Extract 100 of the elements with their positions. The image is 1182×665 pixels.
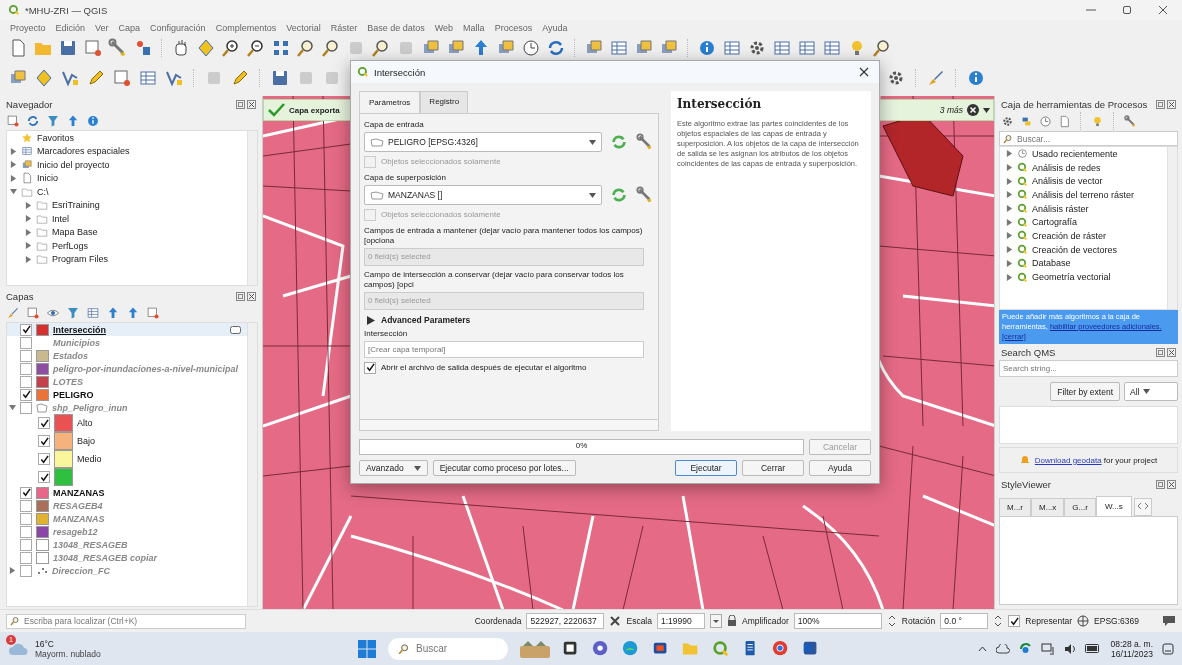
input-field[interactable]: 100% — [793, 613, 882, 629]
chevron-icon[interactable] — [978, 645, 988, 652]
tree-arrow-icon[interactable] — [25, 255, 32, 263]
search-field[interactable]: Buscar — [388, 637, 508, 660]
section-toggle[interactable]: Advanced Parameters — [381, 315, 471, 325]
indicator-icon[interactable] — [230, 325, 241, 334]
layer-dropdown[interactable]: PELIGRO [EPSG:4326] — [364, 132, 602, 152]
add-layer-icon[interactable] — [146, 306, 160, 320]
message-icon[interactable] — [1162, 615, 1176, 627]
save-icon[interactable] — [270, 68, 290, 88]
layer-name[interactable]: Alto — [77, 418, 93, 428]
tree-arrow-icon[interactable] — [1006, 177, 1013, 185]
bulb-icon[interactable] — [1091, 114, 1104, 128]
layer-name[interactable]: Direccion_FC — [52, 565, 111, 576]
sync-icon[interactable] — [1019, 642, 1033, 655]
menu-item[interactable]: Web — [434, 22, 454, 33]
layer-name[interactable]: Medio — [77, 454, 102, 464]
close-icon[interactable] — [859, 67, 869, 77]
iterate-icon[interactable] — [610, 186, 628, 204]
input-field[interactable]: 522927, 2220637 — [526, 613, 605, 629]
filter-button[interactable]: Filter by extent — [1050, 382, 1120, 401]
tree-item[interactable]: Usado recientemente — [1032, 148, 1118, 159]
battery-icon[interactable] — [1085, 644, 1102, 653]
filter-icon[interactable] — [66, 306, 80, 320]
pencil-icon[interactable] — [86, 68, 106, 88]
layer-name[interactable]: 13048_RESAGEB — [53, 539, 128, 550]
checkbox[interactable] — [20, 323, 32, 336]
tab[interactable]: Parámetros — [359, 91, 421, 113]
info-icon[interactable] — [86, 114, 100, 128]
tree-arrow-icon[interactable] — [1006, 232, 1013, 240]
q-logo-icon[interactable] — [712, 639, 730, 658]
expand-arrow-icon[interactable] — [367, 315, 375, 325]
float-icon[interactable] — [1156, 99, 1165, 109]
dropdown[interactable]: All — [1124, 382, 1178, 401]
dialog-button[interactable]: Ayuda — [809, 460, 871, 476]
checkbox[interactable] — [20, 499, 32, 512]
menu-item[interactable]: Configuración — [150, 22, 206, 33]
checkbox[interactable] — [1008, 615, 1021, 627]
tree-arrow-icon[interactable] — [1006, 150, 1013, 158]
input-field[interactable]: 1:19990 — [657, 613, 705, 629]
diamond-icon[interactable] — [34, 68, 54, 88]
layer-name[interactable]: 13048_RESAGEB copiar — [53, 552, 158, 563]
tree-arrow-icon[interactable] — [25, 242, 32, 250]
tab[interactable]: Registro — [420, 91, 469, 113]
checkbox[interactable] — [38, 417, 50, 429]
dialog-button[interactable]: Ejecutar — [675, 460, 737, 476]
add-layer-icon[interactable] — [112, 68, 132, 88]
clock-icon[interactable] — [1039, 114, 1052, 128]
checkbox[interactable] — [20, 486, 32, 499]
layer-name[interactable]: RESAGEB4 — [53, 500, 103, 511]
tree-item[interactable]: Creación de vectores — [1032, 244, 1118, 255]
clock-icon[interactable] — [521, 37, 541, 58]
spinner-icon[interactable] — [886, 614, 897, 628]
layer-name[interactable]: PELIGRO — [53, 389, 94, 400]
tree-item[interactable]: Análisis ráster — [1032, 203, 1089, 214]
cursor-toggle-icon[interactable] — [609, 615, 622, 627]
checkbox[interactable] — [20, 375, 32, 388]
tree-arrow-icon[interactable] — [25, 201, 32, 209]
wrench-icon[interactable] — [1124, 114, 1137, 128]
close-icon[interactable] — [1167, 479, 1176, 489]
diamond-icon[interactable] — [196, 37, 216, 58]
zoom-out-icon[interactable] — [246, 37, 266, 58]
checkbox[interactable] — [20, 564, 32, 577]
checkbox[interactable] — [20, 336, 32, 349]
checkbox[interactable] — [20, 551, 32, 564]
checkbox[interactable] — [364, 361, 376, 374]
gear-icon[interactable] — [1001, 114, 1014, 128]
browser-icon[interactable] — [772, 639, 790, 658]
checkbox[interactable] — [20, 388, 32, 401]
tree-arrow-icon[interactable] — [25, 215, 32, 223]
magnifier-icon[interactable] — [321, 37, 341, 58]
dialog-button[interactable]: Cerrar — [742, 460, 804, 476]
lock-icon[interactable] — [727, 615, 737, 627]
chat-icon[interactable] — [592, 639, 610, 658]
tree-item[interactable]: PerfLogs — [52, 240, 89, 251]
globe-icon[interactable] — [1077, 615, 1090, 627]
close-icon[interactable] — [1158, 5, 1168, 15]
crs-button[interactable]: EPSG:6369 — [1094, 616, 1139, 626]
checkbox[interactable] — [20, 349, 32, 362]
pencil-icon[interactable] — [230, 68, 250, 88]
float-icon[interactable] — [236, 99, 245, 109]
tree-item[interactable]: Creación de ráster — [1032, 230, 1107, 241]
menu-item[interactable]: Complementos — [215, 22, 277, 33]
tree-item[interactable]: Análisis del terreno ráster — [1032, 189, 1135, 200]
tree-item[interactable]: Favoritos — [37, 132, 74, 143]
layer-name[interactable]: resageb12 — [53, 526, 98, 537]
table-icon[interactable] — [86, 306, 100, 320]
tree-arrow-icon[interactable] — [10, 147, 17, 155]
tree-arrow-icon[interactable] — [10, 161, 17, 169]
speaker-icon[interactable] — [1064, 642, 1077, 655]
tree-arrow-icon[interactable] — [10, 174, 17, 182]
tree-item[interactable]: Análisis de redes — [1032, 162, 1101, 173]
float-icon[interactable] — [236, 291, 245, 301]
layer-name[interactable]: peligro-por-inundaciones-a-nivel-municipal — [53, 363, 238, 374]
float-icon[interactable] — [1156, 479, 1165, 489]
filter-icon[interactable] — [46, 114, 60, 128]
menu-item[interactable]: Edición — [55, 22, 86, 33]
download-link[interactable]: Download geodata — [1034, 455, 1102, 465]
tree-arrow-icon[interactable] — [1006, 191, 1013, 199]
tree-arrow-icon[interactable] — [1006, 218, 1013, 226]
